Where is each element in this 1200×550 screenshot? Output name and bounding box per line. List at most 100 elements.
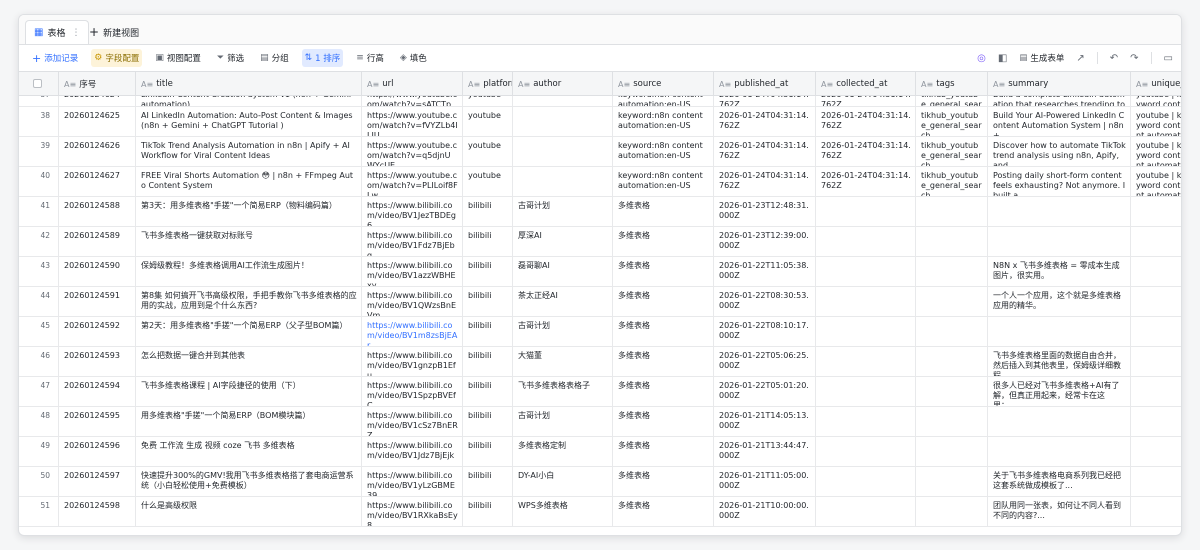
cell-collected-at[interactable]: 2026-01-24T04:31:14.762Z: [816, 167, 916, 196]
cell-summary[interactable]: [988, 437, 1131, 466]
cell-collected-at[interactable]: [816, 287, 916, 316]
cell-collected-at[interactable]: [816, 317, 916, 346]
cell-unique-key[interactable]: [1131, 227, 1181, 256]
cell-title[interactable]: AI LinkedIn Automation: Auto-Post Conten…: [136, 107, 362, 136]
cell-platform[interactable]: bilibili: [463, 407, 513, 436]
cell-published-at[interactable]: 2026-01-22T11:05:38.000Z: [714, 257, 816, 286]
cell-seq[interactable]: 20260124592: [59, 317, 136, 346]
cell-tags[interactable]: [916, 317, 988, 346]
cell-source[interactable]: 多维表格: [613, 377, 714, 406]
cell-platform[interactable]: youtube: [463, 167, 513, 196]
cell-author[interactable]: [513, 167, 613, 196]
cell-title[interactable]: 用多维表格"手搓"一个简易ERP（BOM模块篇）: [136, 407, 362, 436]
cell-summary[interactable]: 很多人已经对飞书多维表格+AI有了解，但真正用起来，经常卡在这里：...: [988, 377, 1131, 406]
cell-unique-key[interactable]: [1131, 347, 1181, 376]
cell-title[interactable]: 怎么把数据一键合并到其他表: [136, 347, 362, 376]
cell-summary[interactable]: 飞书多维表格里面的数据自由合并，然后插入到其他表里，保姆级详细教程...: [988, 347, 1131, 376]
cell-summary[interactable]: 关于飞书多维表格电商系列我已经把这套系统做成模板了...: [988, 467, 1131, 496]
cell-collected-at[interactable]: [816, 497, 916, 526]
cell-summary[interactable]: 团队用同一张表，如何让不同人看到不同的内容?...: [988, 497, 1131, 526]
cell-title[interactable]: 保姆级教程！多维表格调用AI工作流生成图片！: [136, 257, 362, 286]
cell-seq[interactable]: 20260124591: [59, 287, 136, 316]
cell-collected-at[interactable]: [816, 197, 916, 226]
column-header-unique-key[interactable]: A≡unique_key: [1131, 72, 1181, 96]
toolbar-plus-button[interactable]: + 添加记录: [29, 49, 81, 67]
column-header-collected-at[interactable]: A≡ collected_at: [816, 72, 916, 96]
ai-icon[interactable]: ◎: [977, 53, 986, 64]
cell-url[interactable]: https://www.youtube.com/watch?v=fVYZLb4I…: [362, 107, 463, 136]
cell-tags[interactable]: tikhub_youtube_general_search_...: [916, 107, 988, 136]
cell-seq[interactable]: 20260124627: [59, 167, 136, 196]
cell-source[interactable]: keyword:n8n content automation:en-US: [613, 137, 714, 166]
cell-source[interactable]: 多维表格: [613, 317, 714, 346]
column-header-seq[interactable]: A≡ 序号: [59, 72, 136, 96]
cell-title[interactable]: 第8集 如何搞开飞书高级权限，手把手教你飞书多维表格的应用的实战，应用到是个什么…: [136, 287, 362, 316]
cell-title[interactable]: 什么是高级权限: [136, 497, 362, 526]
cell-source[interactable]: 多维表格: [613, 197, 714, 226]
table-row[interactable]: 49 20260124596 免费 工作流 生成 视频 coze 飞书 多维表格 ht…: [19, 437, 1181, 467]
cell-collected-at[interactable]: 2026-01-24T04:31:14.762Z: [816, 137, 916, 166]
cell-published-at[interactable]: 2026-01-21T14:05:13.000Z: [714, 407, 816, 436]
cell-summary[interactable]: N8N x 飞书多维表格 = 零成本生成图片，很实用。: [988, 257, 1131, 286]
cell-published-at[interactable]: 2026-01-23T12:48:31.000Z: [714, 197, 816, 226]
cell-source[interactable]: 多维表格: [613, 497, 714, 526]
cell-collected-at[interactable]: [816, 467, 916, 496]
table-row[interactable]: 45 20260124592 第2天：用多维表格"手搓"一个简易ERP（父子型BOM…: [19, 317, 1181, 347]
toolbar-sort-button[interactable]: ⇅ 1 排序: [301, 49, 344, 67]
cell-title[interactable]: TikTok Trend Analysis Automation in n8n …: [136, 137, 362, 166]
cell-url[interactable]: https://www.bilibili.com/video/BV1azzWBH…: [362, 257, 463, 286]
select-all-cell[interactable]: [19, 72, 59, 96]
cell-source[interactable]: keyword:n8n content automation:en-US: [613, 107, 714, 136]
cell-author[interactable]: WPS多维表格: [513, 497, 613, 526]
cell-unique-key[interactable]: youtube | keyword content automation: [1131, 137, 1181, 166]
cell-summary[interactable]: [988, 317, 1131, 346]
table-row[interactable]: 38 20260124625 AI LinkedIn Automation: Aut…: [19, 107, 1181, 137]
cell-unique-key[interactable]: [1131, 467, 1181, 496]
cell-published-at[interactable]: 2026-01-21T13:44:47.000Z: [714, 437, 816, 466]
cell-tags[interactable]: [916, 347, 988, 376]
comment-icon[interactable]: ▭: [1164, 53, 1173, 64]
table-row[interactable]: 43 20260124590 保姆级教程！多维表格调用AI工作流生成图片！ https…: [19, 257, 1181, 287]
more-icon[interactable]: ⋮: [71, 28, 80, 38]
column-header-tags[interactable]: A≡ tags: [916, 72, 988, 96]
cell-url[interactable]: https://www.youtube.com/watch?v=PLILoif8…: [362, 167, 463, 196]
cell-platform[interactable]: youtube: [463, 137, 513, 166]
cell-published-at[interactable]: 2026-01-24T04:31:14.762Z: [714, 137, 816, 166]
cell-seq[interactable]: 20260124598: [59, 497, 136, 526]
cell-author[interactable]: 大猫董: [513, 347, 613, 376]
cell-title[interactable]: 第3天：用多维表格"手搓"一个简易ERP（物料编码篇）: [136, 197, 362, 226]
cell-tags[interactable]: [916, 437, 988, 466]
cell-title[interactable]: 第2天：用多维表格"手搓"一个简易ERP（父子型BOM篇）: [136, 317, 362, 346]
cell-summary[interactable]: [988, 227, 1131, 256]
select-all-checkbox[interactable]: [33, 79, 42, 88]
cell-collected-at[interactable]: [816, 257, 916, 286]
cell-published-at[interactable]: 2026-01-21T11:05:00.000Z: [714, 467, 816, 496]
cell-url[interactable]: https://www.youtube.com/watch?v=q5djnUWY…: [362, 137, 463, 166]
table-row[interactable]: 40 20260124627 FREE Viral Shorts Automatio…: [19, 167, 1181, 197]
cell-url[interactable]: https://www.bilibili.com/video/BV1Fdz7Bj…: [362, 227, 463, 256]
cell-author[interactable]: 茶太正经AI: [513, 287, 613, 316]
cell-author[interactable]: 厚深AI: [513, 227, 613, 256]
column-header-title[interactable]: A≡ title: [136, 72, 362, 96]
cell-seq[interactable]: 20260124626: [59, 137, 136, 166]
dashboard-icon[interactable]: ◧: [998, 53, 1007, 64]
cell-url[interactable]: https://www.bilibili.com/video/BV1JezTBD…: [362, 197, 463, 226]
cell-seq[interactable]: 20260124596: [59, 437, 136, 466]
cell-seq[interactable]: 20260124625: [59, 107, 136, 136]
cell-tags[interactable]: [916, 257, 988, 286]
cell-platform[interactable]: bilibili: [463, 257, 513, 286]
column-header-source[interactable]: A≡ source: [613, 72, 714, 96]
cell-published-at[interactable]: 2026-01-21T10:00:00.000Z: [714, 497, 816, 526]
cell-title[interactable]: 飞书多维表格一键获取对标账号: [136, 227, 362, 256]
cell-url[interactable]: https://www.bilibili.com/video/BV1SpzpBV…: [362, 377, 463, 406]
cell-tags[interactable]: [916, 497, 988, 526]
cell-source[interactable]: 多维表格: [613, 287, 714, 316]
column-header-platform[interactable]: A≡platform: [463, 72, 513, 96]
cell-seq[interactable]: 20260124593: [59, 347, 136, 376]
cell-author[interactable]: 古哥计划: [513, 197, 613, 226]
cell-author[interactable]: [513, 107, 613, 136]
cell-unique-key[interactable]: [1131, 407, 1181, 436]
cell-source[interactable]: 多维表格: [613, 257, 714, 286]
cell-author[interactable]: 多维表格定制: [513, 437, 613, 466]
cell-unique-key[interactable]: [1131, 257, 1181, 286]
